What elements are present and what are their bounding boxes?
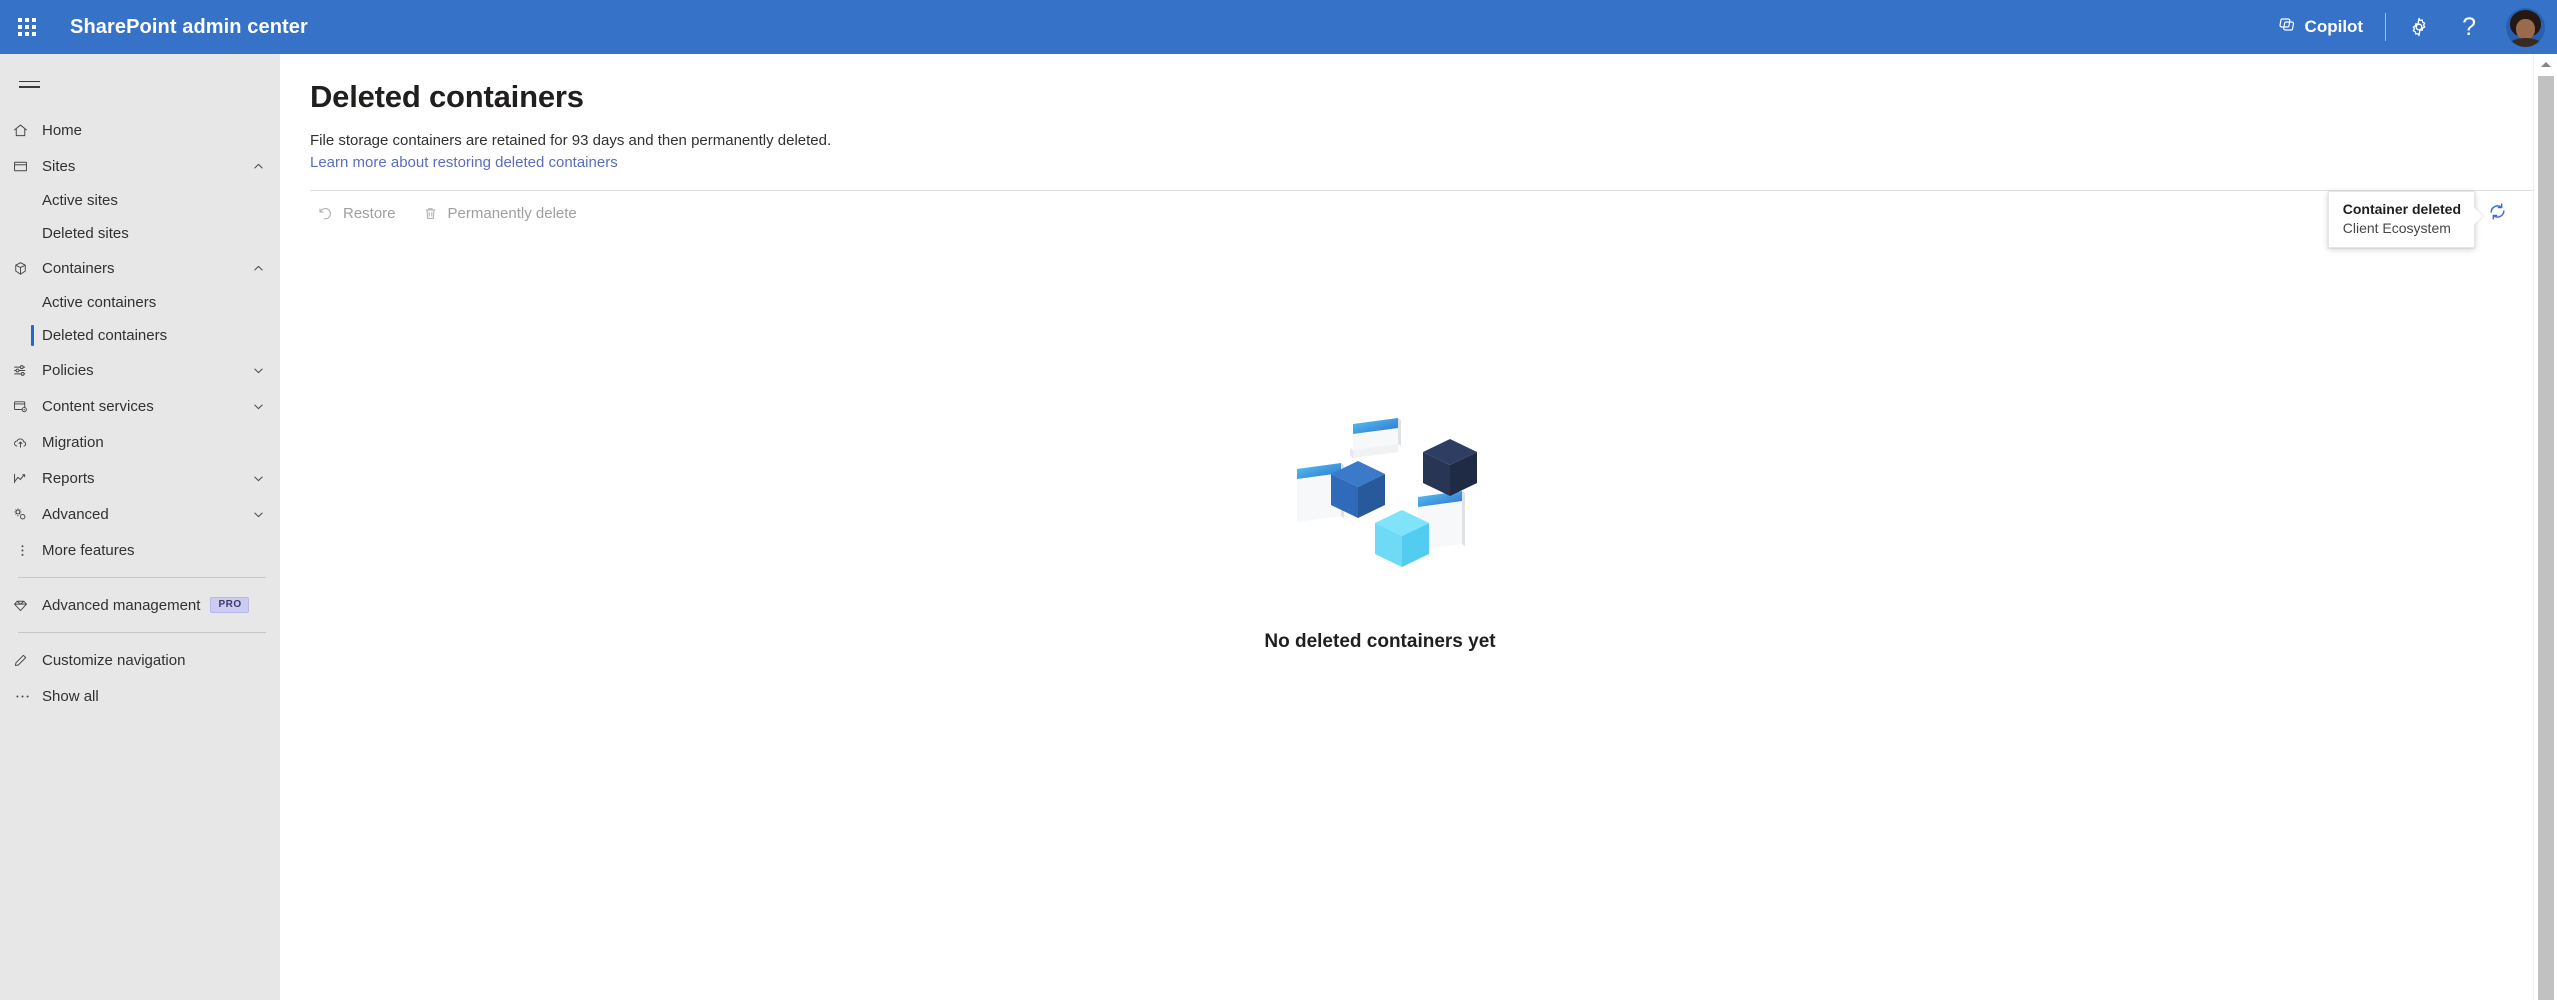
sidebar-item-active-sites[interactable]: Active sites [0, 184, 280, 217]
sidebar-item-label: Advanced management [42, 596, 201, 614]
chevron-down-icon[interactable] [252, 471, 266, 485]
container-box-icon [12, 258, 42, 278]
copilot-button[interactable]: Copilot [2261, 0, 2380, 54]
sidebar-item-migration[interactable]: Migration [0, 424, 280, 460]
question-mark-icon[interactable]: ? [2446, 0, 2492, 54]
command-bar-wrapper: Restore Permanently delete Container del… [280, 190, 2557, 248]
app-launcher-waffle-icon[interactable] [0, 0, 54, 54]
trash-delete-icon [422, 205, 439, 222]
sidebar-item-more-features[interactable]: More features [0, 532, 280, 568]
sidebar-item-label: Reports [42, 469, 95, 487]
scroll-up-arrow-icon[interactable] [2534, 54, 2557, 74]
home-icon [12, 120, 42, 140]
sidebar-subitem-label: Deleted containers [42, 327, 168, 344]
sidebar-item-show-all[interactable]: Show all [0, 678, 280, 714]
sidebar-item-active-containers[interactable]: Active containers [0, 286, 280, 319]
line-chart-icon [12, 468, 42, 488]
header-divider [2385, 13, 2387, 41]
copilot-icon [2277, 15, 2296, 39]
empty-state-text: No deleted containers yet [1264, 631, 1496, 652]
sidebar-item-label: More features [42, 541, 135, 559]
container-deleted-tooltip: Container deleted Client Ecosystem [2327, 191, 2475, 248]
sidebar-item-customize-navigation[interactable]: Customize navigation [0, 642, 280, 678]
sidebar-item-sites[interactable]: Sites [0, 148, 280, 184]
page-title: Deleted containers [310, 79, 584, 114]
vertical-scroll-thumb[interactable] [2538, 76, 2554, 1000]
suite-title: SharePoint admin center [70, 15, 308, 38]
sidebar-item-advanced[interactable]: Advanced [0, 496, 280, 532]
more-vertical-icon [12, 540, 42, 560]
chevron-up-icon[interactable] [252, 159, 266, 173]
sidebar-divider [18, 577, 266, 578]
command-bar: Restore Permanently delete [280, 191, 2557, 235]
help-label: ? [2462, 12, 2476, 41]
sidebar-item-containers[interactable]: Containers [0, 250, 280, 286]
sidebar-item-deleted-containers[interactable]: Deleted containers [0, 319, 280, 352]
sidebar-item-deleted-sites[interactable]: Deleted sites [0, 217, 280, 250]
cloud-upload-icon [12, 432, 42, 452]
tooltip-subtitle: Client Ecosystem [2342, 220, 2451, 236]
pro-badge: PRO [210, 597, 249, 613]
sidebar-item-label: Sites [42, 157, 76, 175]
sliders-icon [12, 360, 42, 380]
hamburger-bars [18, 77, 40, 92]
sidebar-item-label: Migration [42, 433, 104, 451]
waffle-grid [18, 18, 36, 36]
restore-undo-icon [317, 205, 334, 222]
sidebar-item-label: Show all [42, 687, 99, 705]
gear-icon[interactable] [2392, 0, 2446, 54]
avatar-face [2516, 18, 2535, 40]
suite-header: SharePoint admin center Copilot ? [0, 0, 2557, 54]
sidebar-item-label: Customize navigation [42, 651, 186, 669]
sidebar-item-label: Policies [42, 361, 94, 379]
sidebar-item-reports[interactable]: Reports [0, 460, 280, 496]
sidebar-item-home[interactable]: Home [0, 112, 280, 148]
copilot-label: Copilot [2304, 17, 2364, 36]
avatar[interactable] [2506, 7, 2545, 47]
ellipsis-icon [12, 686, 42, 706]
permanently-delete-button[interactable]: Permanently delete [411, 195, 588, 231]
sidebar-item-label: Containers [42, 259, 115, 277]
restore-button-label: Restore [343, 204, 396, 222]
sidebar-subitem-label: Active sites [42, 192, 118, 209]
main-content: Deleted containers File storage containe… [280, 54, 2557, 1000]
sidebar-item-content-services[interactable]: Content services [0, 388, 280, 424]
chevron-down-icon[interactable] [252, 507, 266, 521]
restore-button[interactable]: Restore [306, 195, 407, 231]
refresh-circular-arrows-icon[interactable] [2478, 192, 2516, 230]
isometric-cubes-and-cards-illustration [1297, 418, 1477, 567]
chevron-down-icon[interactable] [252, 363, 266, 377]
sidebar-subitem-label: Active containers [42, 294, 157, 311]
sites-window-icon [12, 156, 42, 176]
sidebar-item-advanced-management[interactable]: Advanced management PRO [0, 587, 280, 623]
sidebar-item-label: Advanced [42, 505, 109, 523]
header-actions: Copilot ? [2261, 0, 2557, 54]
page-description: File storage containers are retained for… [310, 132, 832, 149]
diamond-icon [12, 595, 42, 615]
chevron-down-icon[interactable] [252, 399, 266, 413]
vertical-scrollbar[interactable] [2533, 54, 2557, 1000]
advanced-gears-icon [12, 504, 42, 524]
sidebar: Home Sites Active sites Deleted sites Co… [0, 54, 280, 1000]
sidebar-subitem-label: Deleted sites [42, 225, 129, 242]
sidebar-item-label: Home [42, 121, 83, 139]
hamburger-menu-icon[interactable] [6, 62, 52, 106]
learn-more-link[interactable]: Learn more about restoring deleted conta… [310, 154, 618, 171]
sidebar-divider [18, 632, 266, 633]
chevron-up-icon[interactable] [252, 261, 266, 275]
content-services-icon [12, 396, 42, 416]
delete-button-label: Permanently delete [447, 204, 577, 222]
sidebar-item-policies[interactable]: Policies [0, 352, 280, 388]
sidebar-item-label: Content services [42, 397, 154, 415]
avatar-shoulders [2508, 37, 2543, 47]
tooltip-title: Container deleted [2342, 201, 2461, 217]
pencil-edit-icon [12, 650, 42, 670]
